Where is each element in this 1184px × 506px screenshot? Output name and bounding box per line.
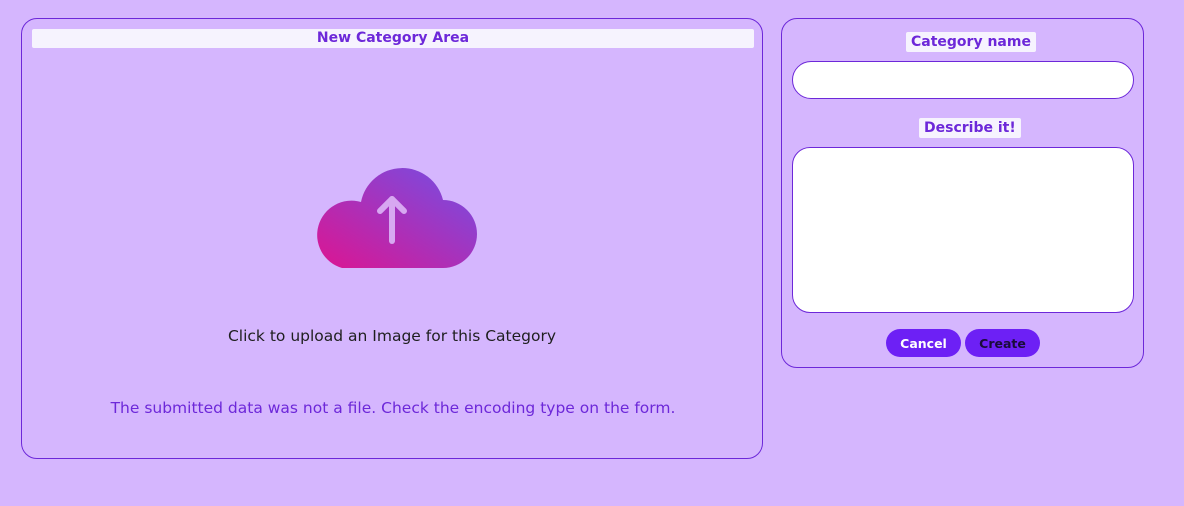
image-upload-dropzone[interactable]: Click to upload an Image for this Catego…	[227, 149, 557, 349]
upload-error-message: The submitted data was not a file. Check…	[110, 399, 676, 417]
upload-panel: New Category Area Click to upload an Ima…	[21, 18, 763, 459]
cloud-upload-icon[interactable]	[308, 159, 478, 269]
category-form: Category name Describe it! Cancel Create	[781, 18, 1144, 368]
cancel-button[interactable]: Cancel	[886, 329, 961, 357]
description-textarea[interactable]	[792, 147, 1134, 313]
panel-title: New Category Area	[32, 29, 754, 48]
category-name-label: Category name	[906, 32, 1036, 52]
create-button[interactable]: Create	[965, 329, 1040, 357]
category-name-input[interactable]	[792, 61, 1134, 99]
upload-prompt[interactable]: Click to upload an Image for this Catego…	[227, 327, 557, 345]
description-label: Describe it!	[919, 118, 1021, 138]
